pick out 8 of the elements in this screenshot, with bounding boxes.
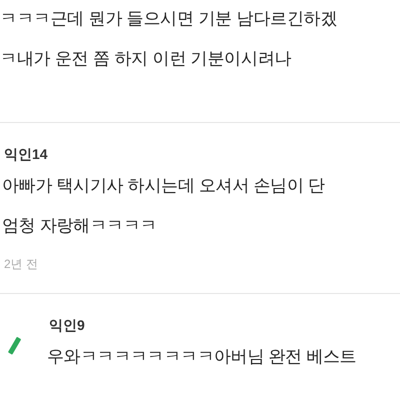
comment-text: 엄청 자랑해ㅋㅋㅋㅋ (2, 215, 158, 237)
post-text: ㅋㅋㅋ근데 뭔가 들으시면 기분 남다르긴하겠 (0, 8, 338, 30)
post-text: ㅋ내가 운전 쫌 하지 이런 기분이시려나 (0, 48, 292, 70)
comment-time: 2년 전 (4, 256, 40, 273)
comment-text: 우와ㅋㅋㅋㅋㅋㅋㅋㅋ아버님 완전 베스트 (47, 346, 356, 368)
comment-text: 아빠가 택시기사 하시는데 오셔서 손님이 단 (2, 175, 325, 197)
author-name: 익인9 (49, 316, 86, 334)
author-name: 익인14 (4, 145, 49, 163)
